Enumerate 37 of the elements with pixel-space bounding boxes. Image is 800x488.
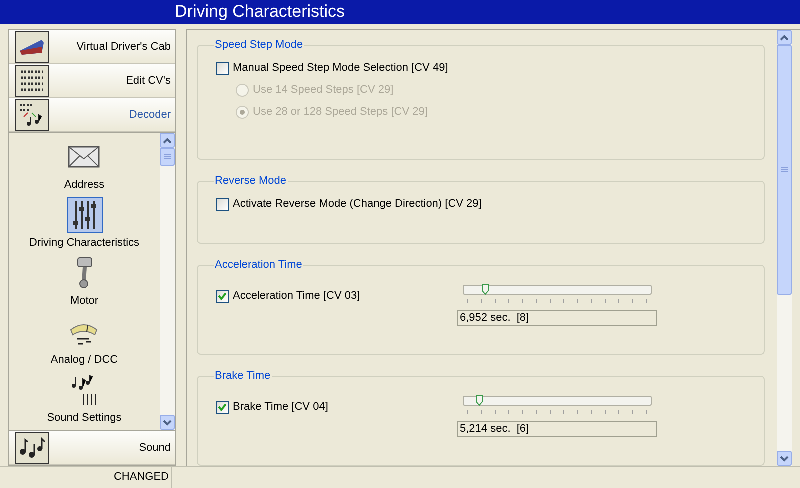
group-title: Speed Step Mode: [214, 39, 304, 51]
slider-thumb[interactable]: [476, 395, 484, 406]
group-title: Acceleration Time: [214, 259, 304, 271]
group-title: Brake Time: [214, 370, 272, 382]
window-title: Driving Characteristics: [0, 0, 800, 24]
sidebar-section[interactable]: Edit CV's: [9, 64, 175, 98]
checkbox-option[interactable]: Acceleration Time [CV 03]: [216, 285, 360, 307]
value-readout: 5,214 sec. [6]: [457, 421, 657, 437]
grip-icon: [164, 154, 171, 160]
sidebar-item[interactable]: Sound Settings: [47, 372, 122, 430]
music-notes-icon: [18, 436, 46, 460]
notes-sliders-icon: [70, 374, 100, 406]
slider-track[interactable]: [462, 396, 652, 406]
piston-icon: [76, 257, 94, 290]
scrollbar[interactable]: [777, 30, 792, 466]
binary-digits-icon: [19, 68, 45, 92]
sidebar-section[interactable]: Decoder: [9, 98, 175, 132]
scrollbar[interactable]: [160, 133, 175, 430]
sliders-icon: [72, 199, 98, 232]
group-title: Reverse Mode: [214, 175, 288, 187]
envelope-icon: [68, 146, 100, 168]
value-readout: 6,952 sec. [8]: [457, 310, 657, 326]
checkbox-option[interactable]: Activate Reverse Mode (Change Direction) [CV 29]: [216, 193, 764, 215]
sidebar-item[interactable]: Analog / DCC: [50, 314, 118, 372]
sidebar-item[interactable]: Address: [64, 139, 105, 198]
grip-icon: [781, 166, 788, 174]
checkmark-icon: [218, 402, 227, 412]
checkbox-option[interactable]: Manual Speed Step Mode Selection [CV 49]: [216, 57, 764, 79]
slider-thumb[interactable]: [482, 284, 489, 295]
sidebar-section[interactable]: Sound: [9, 431, 175, 465]
status-text: CHANGED: [0, 467, 172, 488]
sidebar-item[interactable]: Driving Characteristics: [29, 197, 140, 256]
checkmark-icon: [218, 292, 227, 300]
sidebar-item[interactable]: Motor: [66, 255, 102, 314]
slider-track[interactable]: [462, 285, 652, 295]
sidebar-section[interactable]: Virtual Driver's Cab: [9, 30, 175, 64]
checkbox-option[interactable]: Brake Time [CV 04]: [216, 396, 328, 418]
